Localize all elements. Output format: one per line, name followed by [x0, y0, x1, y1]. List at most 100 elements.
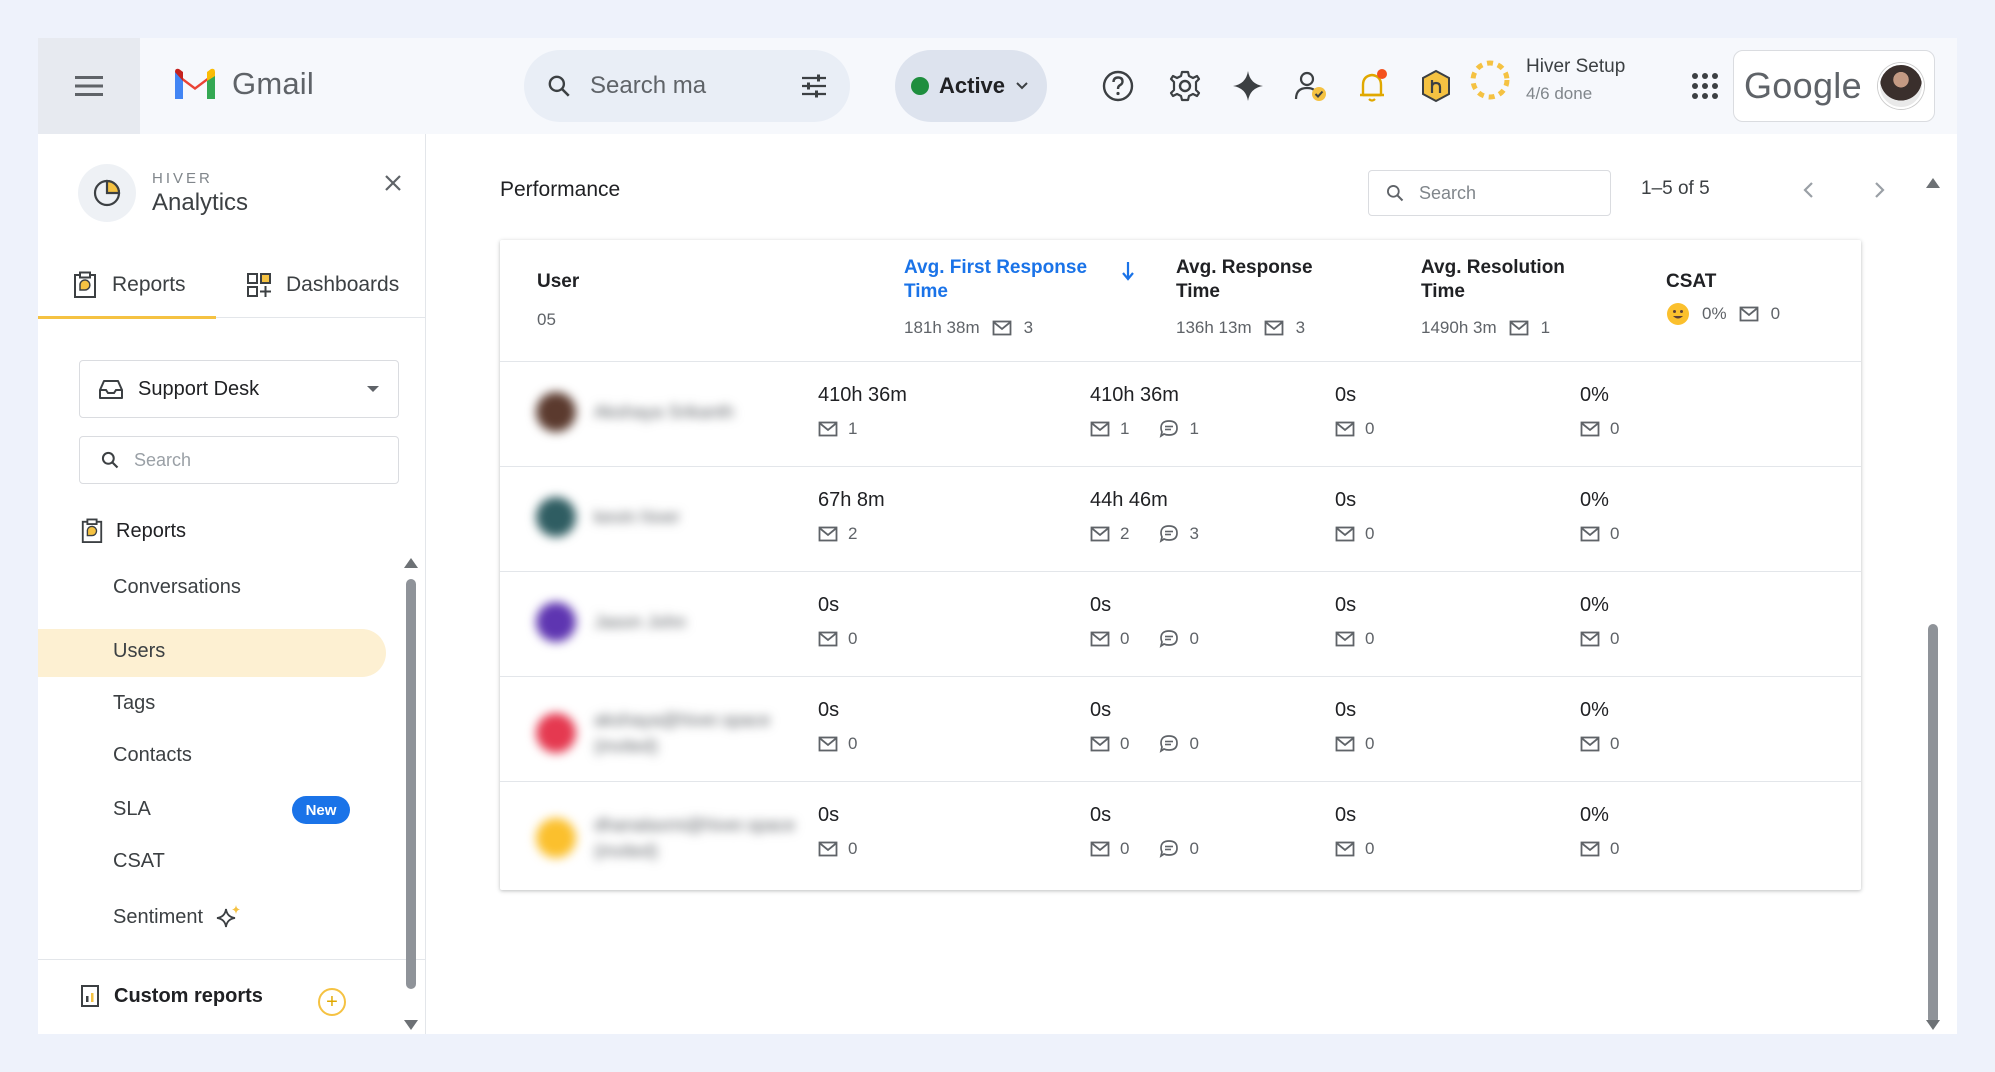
response-cell: 44h 46m 2 3: [1090, 489, 1199, 544]
mail-search-bar[interactable]: Search ma: [524, 50, 850, 122]
scroll-up-arrow[interactable]: [1926, 178, 1940, 188]
table-header: User 05 Avg. First Response Time 181h 38…: [500, 240, 1861, 362]
progress-ring-icon: [1470, 60, 1510, 100]
csat-value: 0%: [1580, 594, 1609, 616]
table-search-input[interactable]: Search: [1419, 183, 1476, 204]
dashboard-icon: [247, 273, 271, 297]
sidebar-item-sentiment[interactable]: Sentiment: [113, 903, 243, 931]
sparkle-icon: [216, 905, 241, 928]
table-row[interactable]: dhanalaxmi@hiver.space (invited) 0s 0 0s…: [500, 782, 1861, 887]
hiver-extension-button[interactable]: [1416, 66, 1456, 106]
tab-dashboards-label: Dashboards: [286, 273, 400, 296]
response-value: 0s: [1090, 699, 1112, 721]
notifications-button[interactable]: [1353, 66, 1393, 106]
user-cell[interactable]: akshaya@hiver.space (invited): [536, 707, 770, 759]
column-header-resolution[interactable]: Avg. Resolution Time 1490h 3m 1: [1421, 256, 1565, 338]
mail-count: 0: [1365, 524, 1375, 543]
column-header-first-response[interactable]: Avg. First Response Time 181h 38m 3: [904, 256, 1135, 338]
avatar: [536, 713, 576, 753]
tab-reports[interactable]: Reports: [38, 252, 215, 319]
column-title: Avg. First Response Time: [904, 256, 1087, 304]
column-header-user[interactable]: User 05: [537, 270, 579, 330]
sidebar-item-csat[interactable]: CSAT: [113, 850, 165, 873]
sidebar-scrollbar[interactable]: [406, 579, 416, 989]
main-scrollbar[interactable]: [1928, 624, 1938, 1024]
mail-icon: [818, 841, 838, 857]
next-page-button[interactable]: [1867, 178, 1891, 202]
table-row[interactable]: Akshaya Srikanth 410h 36m 1 410h 36m 11 …: [500, 362, 1861, 467]
table-search-field[interactable]: Search: [1368, 170, 1611, 216]
chat-count: 0: [1189, 734, 1199, 753]
first-response-value: 410h 36m: [818, 384, 907, 406]
sidebar-item-conversations[interactable]: Conversations: [113, 576, 241, 599]
custom-reports-link[interactable]: Custom reports: [80, 984, 263, 1008]
column-header-csat[interactable]: CSAT 0% 0: [1666, 270, 1780, 326]
avatar: [536, 818, 576, 858]
sidebar-item-users[interactable]: Users: [113, 640, 165, 663]
close-sidebar-button[interactable]: [380, 170, 406, 196]
user-cell[interactable]: kevin hiver: [536, 497, 680, 537]
mail-icon: [1264, 320, 1284, 336]
summary-count: 3: [1023, 318, 1034, 337]
summary-value: 136h 13m: [1176, 318, 1252, 337]
avatar: [536, 392, 576, 432]
summary-value: 181h 38m: [904, 318, 980, 337]
previous-page-button[interactable]: [1797, 178, 1821, 202]
inbox-select[interactable]: Support Desk: [79, 360, 399, 418]
chevron-down-icon: [1016, 82, 1028, 90]
add-custom-report-button[interactable]: +: [318, 988, 346, 1016]
mail-count: 0: [848, 839, 858, 858]
help-button[interactable]: [1098, 66, 1138, 106]
mail-icon: [1739, 306, 1758, 322]
google-account-button[interactable]: Google: [1733, 50, 1935, 122]
sidebar-item-contacts[interactable]: Contacts: [113, 744, 192, 767]
scroll-down-arrow[interactable]: [404, 1020, 418, 1030]
table-row[interactable]: kevin hiver 67h 8m 2 44h 46m 2 3 0s 0 0% …: [500, 467, 1861, 572]
mail-count: 0: [1365, 839, 1375, 858]
main-menu-button[interactable]: [38, 38, 140, 134]
sidebar-search-field[interactable]: Search: [79, 436, 399, 484]
mail-icon: [818, 421, 838, 437]
csat-value: 0%: [1580, 384, 1609, 406]
sidebar-item-tags[interactable]: Tags: [113, 692, 155, 715]
user-cell[interactable]: dhanalaxmi@hiver.space (invited): [536, 812, 795, 864]
avatar: [536, 602, 576, 642]
gmail-logo[interactable]: Gmail: [172, 66, 314, 102]
search-options-icon[interactable]: [800, 73, 828, 99]
user-cell[interactable]: Akshaya Srikanth: [536, 392, 734, 432]
csat-value: 0%: [1580, 804, 1609, 826]
sidebar-search-input[interactable]: Search: [134, 450, 191, 471]
csat-value: 0%: [1580, 699, 1609, 721]
mail-count: 1: [848, 419, 858, 438]
csat-cell: 0% 0: [1580, 489, 1619, 544]
first-response-cell: 0s 0: [818, 699, 857, 754]
user-invite-status: (invited): [594, 841, 659, 861]
user-cell[interactable]: Jason John: [536, 602, 686, 642]
mail-search-input[interactable]: Search ma: [590, 72, 782, 100]
hamburger-icon: [75, 76, 103, 96]
resolution-value: 0s: [1335, 594, 1357, 616]
reports-section-header[interactable]: Reports: [80, 518, 186, 544]
gemini-button[interactable]: [1228, 66, 1268, 106]
user-invite-status: (invited): [594, 736, 659, 756]
chat-count: 0: [1189, 839, 1199, 858]
search-icon: [1387, 185, 1404, 202]
sort-arrow-down-icon: [1122, 262, 1134, 281]
table-row[interactable]: akshaya@hiver.space (invited) 0s 0 0s 0 0…: [500, 677, 1861, 782]
gmail-window: Gmail Search ma Active Hiver Setup 4/6 d…: [38, 38, 1957, 1034]
scroll-up-arrow[interactable]: [404, 558, 418, 568]
status-dropdown[interactable]: Active: [895, 50, 1047, 122]
user-name: kevin hiver: [594, 507, 681, 527]
user-status-button[interactable]: [1291, 66, 1331, 106]
response-value: 410h 36m: [1090, 384, 1179, 406]
column-header-response[interactable]: Avg. Response Time 136h 13m 3: [1176, 256, 1313, 338]
tab-dashboards[interactable]: Dashboards: [246, 252, 399, 318]
settings-button[interactable]: [1165, 66, 1205, 106]
hiver-setup-progress[interactable]: Hiver Setup 4/6 done: [1468, 56, 1625, 104]
scroll-down-arrow[interactable]: [1926, 1020, 1940, 1030]
mail-count: 0: [1120, 839, 1130, 858]
sidebar-item-sla[interactable]: SLA: [113, 798, 151, 821]
mail-icon: [1580, 631, 1600, 647]
table-row[interactable]: Jason John 0s 0 0s 00 0s 0 0% 0: [500, 572, 1861, 677]
apps-button[interactable]: [1685, 66, 1725, 106]
